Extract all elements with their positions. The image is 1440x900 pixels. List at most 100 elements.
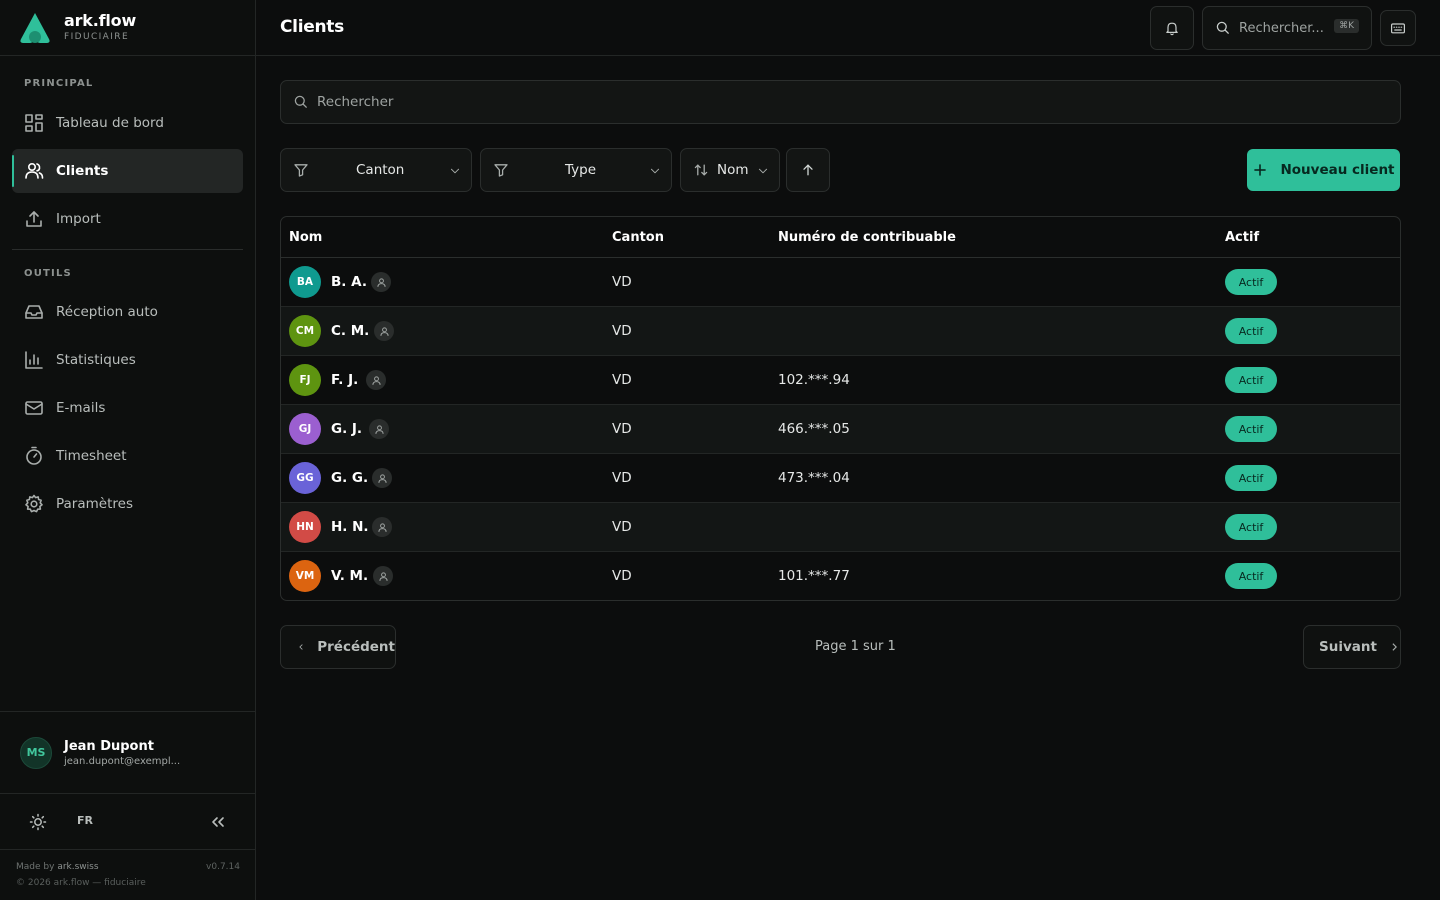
copyright: © 2026 ark.flow — fiduciaire [16,878,146,888]
table-row[interactable]: GJ G. J. VD 466.***.05 Actif [281,405,1400,454]
table-row[interactable]: VM V. M. VD 101.***.77 Actif [281,552,1400,600]
status-badge: Actif [1225,318,1277,344]
column-header-canton[interactable]: Canton [612,230,664,245]
canton-filter[interactable]: Canton [280,148,472,192]
previous-page-button[interactable]: Précédent [280,625,396,669]
sidebar-item-tableau-de-bord[interactable]: Tableau de bord [12,101,243,145]
person-icon [374,321,394,341]
canton-cell: VD [612,372,632,388]
section-label-outils: OUTILS [24,268,72,279]
client-name[interactable]: B. A. [331,274,367,290]
person-icon [366,370,386,390]
sidebar-item-label: Paramètres [56,496,133,512]
brand-subtitle: FIDUCIAIRE [64,32,130,42]
sort-arrows-icon [694,164,708,176]
table-row[interactable]: FJ F. J. VD 102.***.94 Actif [281,356,1400,405]
column-header-actif[interactable]: Actif [1225,230,1259,245]
table-row[interactable]: BA B. A. VD Actif [281,258,1400,307]
status-badge: Actif [1225,416,1277,442]
client-name[interactable]: F. J. [331,372,358,388]
status-badge: Actif [1225,514,1277,540]
client-name[interactable]: C. M. [331,323,369,339]
tax-number-cell: 473.***.04 [778,470,850,486]
status-badge: Actif [1225,269,1277,295]
column-header-numero-contribuable[interactable]: Numéro de contribuable [778,230,956,245]
client-search-field[interactable] [280,80,1401,124]
mail-icon [25,401,43,415]
global-search-button[interactable]: Rechercher... ⌘K [1202,6,1372,50]
gear-icon [25,494,43,513]
global-search-placeholder: Rechercher... [1239,20,1324,36]
tax-number-cell: 466.***.05 [778,421,850,437]
type-filter[interactable]: Type [480,148,672,192]
canton-cell: VD [612,470,632,486]
canton-cell: VD [612,274,632,290]
client-name[interactable]: V. M. [331,568,368,584]
brand[interactable]: ark.flow FIDUCIAIRE [0,0,255,56]
sun-icon[interactable] [28,812,48,832]
canton-cell: VD [612,421,632,437]
person-icon [372,517,392,537]
avatar: GG [289,462,321,494]
chevron-left-icon [299,644,303,650]
client-name[interactable]: G. G. [331,470,368,486]
language-toggle[interactable]: FR [77,814,93,827]
clients-table: Nom Canton Numéro de contribuable Actif … [280,216,1401,601]
new-client-label: Nouveau client [1280,162,1395,178]
made-by-prefix: Made by [16,862,55,872]
client-name[interactable]: G. J. [331,421,362,437]
notifications-button[interactable] [1150,6,1194,50]
sort-select[interactable]: Nom [680,148,780,192]
page-title: Clients [280,17,344,37]
search-icon [1216,21,1230,35]
sidebar-item-e-mails[interactable]: E-mails [12,386,243,430]
sort-select-label: Nom [717,162,749,178]
table-row[interactable]: GG G. G. VD 473.***.04 Actif [281,454,1400,503]
sidebar-item-parametres[interactable]: Paramètres [12,482,243,526]
sidebar-item-clients[interactable]: Clients [12,149,243,193]
avatar: MS [20,736,52,769]
sidebar-item-reception-auto[interactable]: Réception auto [12,290,243,334]
client-name[interactable]: H. N. [331,519,369,535]
avatar: HN [289,511,321,543]
sidebar-item-import[interactable]: Import [12,197,243,241]
next-page-button[interactable]: Suivant [1303,625,1401,669]
search-input[interactable] [317,94,1317,110]
table-row[interactable]: HN H. N. VD Actif [281,503,1400,552]
table-header: Nom Canton Numéro de contribuable Actif [281,217,1400,258]
made-by-link[interactable]: ark.swiss [57,862,98,872]
column-header-nom[interactable]: Nom [289,230,322,245]
topbar: Clients Rechercher... ⌘K [256,0,1440,56]
canton-cell: VD [612,323,632,339]
keyboard-icon [1391,23,1405,34]
filter-icon [494,164,508,177]
chevrons-left-icon[interactable] [208,812,228,832]
ark-logo-icon [20,12,50,43]
avatar: BA [289,266,321,298]
table-body: BA B. A. VD Actif CM C. M. VD Actif FJ F. J. VD 102… [281,258,1400,600]
chevron-down-icon [650,168,660,174]
sidebar-footer: Made by ark.swiss v0.7.14 © 2026 ark.flo… [0,849,256,900]
chevron-right-icon [1392,643,1397,651]
sidebar-item-statistiques[interactable]: Statistiques [12,338,243,382]
made-by: Made by ark.swiss [16,862,99,872]
sidebar-item-timesheet[interactable]: Timesheet [12,434,243,478]
users-icon [25,162,44,179]
user-email: jean.dupont@exempl... [64,755,181,767]
user-profile[interactable]: MS Jean Dupont jean.dupont@exempl... [0,711,256,793]
inbox-icon [25,305,43,319]
arrow-up-icon [803,164,813,176]
page-indicator: Page 1 sur 1 [815,639,896,654]
sidebar-item-label: Statistiques [56,352,136,368]
person-icon [372,468,392,488]
dashboard-icon [25,114,43,132]
new-client-button[interactable]: Nouveau client [1247,149,1400,191]
status-badge: Actif [1225,465,1277,491]
tax-number-cell: 101.***.77 [778,568,850,584]
previous-page-label: Précédent [317,639,395,655]
sidebar-item-label: Import [56,211,101,227]
keyboard-shortcuts-button[interactable] [1380,10,1416,46]
search-icon [294,95,308,109]
sort-direction-button[interactable] [786,148,830,192]
table-row[interactable]: CM C. M. VD Actif [281,307,1400,356]
